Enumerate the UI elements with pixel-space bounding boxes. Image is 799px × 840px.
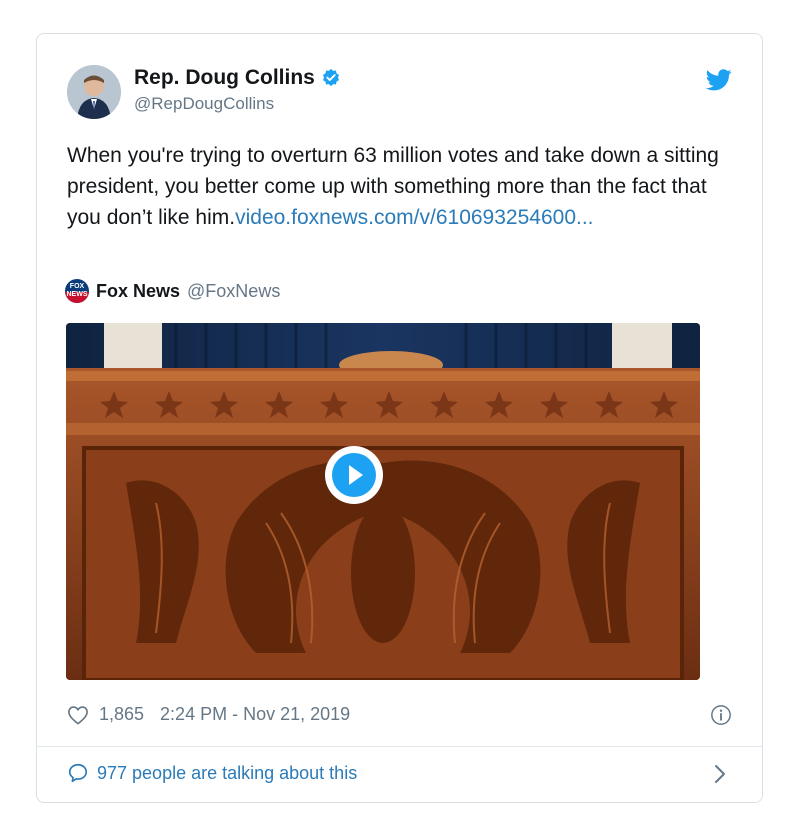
- chevron-right-icon[interactable]: [714, 764, 726, 784]
- author-handle[interactable]: @RepDougCollins: [134, 94, 274, 114]
- quoted-source-handle[interactable]: @FoxNews: [187, 281, 280, 302]
- fox-news-logo-text: FOX NEWS: [66, 283, 88, 298]
- divider: [37, 746, 762, 747]
- tweet-timestamp[interactable]: 2:24 PM - Nov 21, 2019: [160, 704, 350, 725]
- author-name-row[interactable]: Rep. Doug Collins: [134, 66, 341, 90]
- tweet-link[interactable]: video.foxnews.com/v/610693254600...: [235, 206, 593, 229]
- comment-icon: [68, 763, 88, 783]
- author-name[interactable]: Rep. Doug Collins: [134, 66, 315, 90]
- verified-icon: [322, 68, 339, 87]
- play-icon: [332, 453, 376, 497]
- video-frame-image: [66, 323, 700, 680]
- like-count[interactable]: 1,865: [99, 704, 144, 725]
- avatar[interactable]: [67, 65, 121, 119]
- heart-icon[interactable]: [67, 705, 89, 725]
- conversation-label[interactable]: 977 people are talking about this: [97, 763, 357, 784]
- video-thumbnail[interactable]: [66, 323, 700, 680]
- tweet-card: Rep. Doug Collins @RepDougCollins When y…: [36, 33, 763, 803]
- tweet-meta: 1,865 2:24 PM - Nov 21, 2019: [67, 704, 350, 725]
- quoted-source[interactable]: FOX NEWS Fox News @FoxNews: [65, 279, 280, 303]
- fox-news-logo-icon: FOX NEWS: [65, 279, 89, 303]
- info-icon[interactable]: [710, 704, 732, 726]
- play-button[interactable]: [325, 446, 383, 504]
- twitter-bird-icon[interactable]: [706, 69, 732, 91]
- conversation-link[interactable]: 977 people are talking about this: [67, 762, 357, 784]
- quoted-source-name[interactable]: Fox News: [96, 281, 180, 302]
- tweet-text: When you're trying to overturn 63 millio…: [67, 140, 737, 233]
